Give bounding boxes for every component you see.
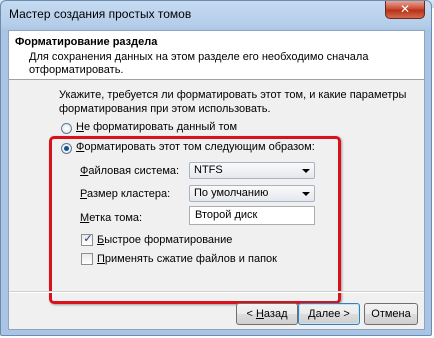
footer-divider xyxy=(9,291,424,293)
page-description: Для сохранения данных на этом разделе ег… xyxy=(29,51,369,76)
volume-label-label: Метка тома: xyxy=(80,212,143,224)
format-radio[interactable] xyxy=(61,143,72,154)
wizard-client-area: Форматирование раздела Для сохранения да… xyxy=(8,30,425,330)
close-icon: ✕ xyxy=(399,2,411,16)
checkmark-icon: ✓ xyxy=(83,232,93,245)
wizard-header: Форматирование раздела Для сохранения да… xyxy=(9,31,424,80)
cluster-size-select[interactable]: По умолчанию xyxy=(189,185,315,202)
cluster-size-label: Размер кластера: xyxy=(80,188,171,200)
volume-label-input[interactable]: Второй диск xyxy=(189,206,315,225)
no-format-label[interactable]: Не форматировать данный том xyxy=(76,121,237,133)
format-label[interactable]: Форматировать этот том следующим образом… xyxy=(76,141,315,153)
no-format-radio[interactable] xyxy=(61,123,72,134)
instructions-text: Укажите, требуется ли форматировать этот… xyxy=(59,89,407,115)
filesystem-value: NTFS xyxy=(194,164,223,176)
quick-format-label[interactable]: Быстрое форматирование xyxy=(97,234,232,246)
wizard-window: Мастер создания простых томов ✕ Форматир… xyxy=(0,0,432,336)
page-title: Форматирование раздела xyxy=(15,36,158,48)
filesystem-select[interactable]: NTFS xyxy=(189,162,315,179)
chevron-down-icon xyxy=(302,192,310,196)
quick-format-checkbox[interactable]: ✓ xyxy=(81,232,93,246)
filesystem-label: Файловая система: xyxy=(80,165,180,177)
compression-label[interactable]: Применять сжатие файлов и папок xyxy=(97,253,277,265)
volume-label-value: Второй диск xyxy=(195,209,258,221)
close-button[interactable]: ✕ xyxy=(385,1,425,19)
compression-checkbox[interactable] xyxy=(81,253,93,265)
back-button[interactable]: < Назад xyxy=(236,303,298,325)
window-title: Мастер создания простых томов xyxy=(9,7,192,21)
chevron-down-icon xyxy=(302,169,310,173)
cancel-button[interactable]: Отмена xyxy=(364,303,418,325)
cluster-size-value: По умолчанию xyxy=(194,187,269,199)
next-button[interactable]: Далее > xyxy=(298,303,360,325)
